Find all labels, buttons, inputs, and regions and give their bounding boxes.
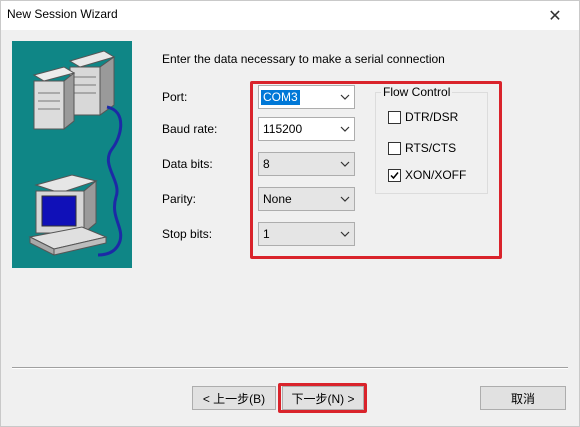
baud-rate-label: Baud rate:	[162, 122, 218, 136]
instructions-text: Enter the data necessary to make a seria…	[162, 52, 445, 66]
window-title: New Session Wizard	[7, 7, 118, 21]
highlight-frame-next	[278, 383, 367, 413]
separator	[12, 367, 568, 369]
parity-label: Parity:	[162, 192, 197, 206]
back-button[interactable]: < 上一步(B)	[192, 386, 276, 410]
stop-bits-label: Stop bits:	[162, 227, 213, 241]
close-icon[interactable]: ✕	[535, 1, 575, 30]
cancel-button[interactable]: 取消	[480, 386, 566, 410]
computer-network-icon	[12, 41, 132, 268]
highlight-frame-settings	[250, 81, 502, 259]
port-label: Port:	[162, 90, 188, 104]
data-bits-label: Data bits:	[162, 157, 213, 171]
title-bar: New Session Wizard ✕	[1, 1, 579, 30]
